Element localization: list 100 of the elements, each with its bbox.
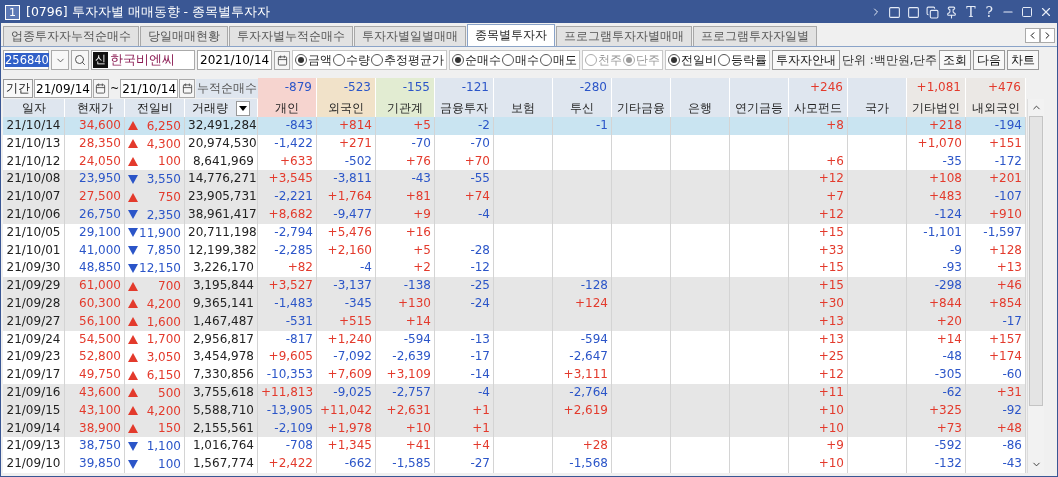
column-header[interactable]: 기관계 bbox=[376, 99, 435, 117]
radio-button[interactable] bbox=[540, 54, 553, 66]
tab[interactable]: 프로그램투자자별매매 bbox=[556, 26, 692, 46]
calendar-button[interactable] bbox=[92, 79, 109, 98]
start-date-field[interactable]: 21/09/14 bbox=[34, 79, 92, 98]
table-cell: 1,467,487 bbox=[185, 312, 258, 331]
column-header[interactable]: 기타법인 bbox=[907, 99, 966, 117]
radio-button[interactable] bbox=[668, 54, 681, 66]
column-header[interactable]: 연기금등 bbox=[730, 99, 789, 117]
table-row[interactable]: 21/09/30 48,850 12,150 3,226,170 +82 -4 +2 -12 +15 -93 +13 bbox=[3, 259, 1026, 278]
table-cell: +3,109 bbox=[376, 366, 435, 384]
column-header[interactable]: 개인 bbox=[258, 99, 317, 117]
table-cell: -2 bbox=[435, 117, 494, 135]
date-field[interactable]: 2021/10/14 bbox=[197, 50, 273, 70]
table-cell: +13 bbox=[789, 312, 848, 331]
radio-option[interactable]: 순매수 bbox=[452, 51, 502, 69]
table-cell: -124 bbox=[907, 206, 966, 224]
total-cell: -879 bbox=[258, 78, 317, 99]
radio-button[interactable] bbox=[452, 54, 465, 66]
table-cell: 21/10/07 bbox=[3, 188, 65, 206]
radio-option[interactable]: 금액 bbox=[295, 51, 333, 69]
column-header[interactable]: 내외국인 bbox=[966, 99, 1026, 117]
table-cell: +515 bbox=[317, 312, 376, 331]
calendar-button[interactable] bbox=[179, 79, 196, 98]
scrollbar[interactable] bbox=[1027, 99, 1044, 473]
table-cell: 500 bbox=[158, 385, 181, 400]
tab[interactable]: 업종투자자누적순매수 bbox=[3, 26, 139, 46]
pin-icon[interactable] bbox=[945, 5, 959, 19]
radio-button[interactable] bbox=[371, 54, 384, 66]
radio-option[interactable]: 매수 bbox=[502, 51, 540, 69]
column-header[interactable]: 투신 bbox=[553, 99, 612, 117]
table-cell: -345 bbox=[317, 294, 376, 313]
column-header[interactable]: 금융투자 bbox=[435, 99, 494, 117]
radio-option[interactable]: 전일비 bbox=[668, 51, 718, 69]
table-row[interactable]: 21/09/10 39,850 100 1,567,774 +2,422 -662 -1,585 -27 -1,568 +10 -132 -43 bbox=[3, 455, 1026, 473]
investor-guide-button[interactable]: 투자자안내 bbox=[772, 50, 841, 70]
table-row[interactable]: 21/10/08 23,950 3,550 14,776,271 +3,545 -3,811 -43 -55 +12 +108 +201 bbox=[3, 170, 1026, 189]
tab[interactable]: 프로그램투자자일별 bbox=[693, 26, 817, 46]
column-header[interactable]: 기타금융 bbox=[612, 99, 671, 117]
tab[interactable]: 투자자별일별매매 bbox=[354, 26, 466, 46]
column-header[interactable]: 국가 bbox=[848, 99, 907, 117]
column-header[interactable]: 일자 bbox=[3, 99, 65, 117]
table-cell: +15 bbox=[789, 223, 848, 242]
radio-button[interactable] bbox=[718, 54, 731, 66]
maximize-icon[interactable] bbox=[1021, 6, 1033, 18]
radio-option[interactable]: 추정평균가 bbox=[371, 51, 445, 69]
table-cell: +1 bbox=[435, 401, 494, 420]
column-header[interactable]: 은행 bbox=[671, 99, 730, 117]
table-cell: 21/09/29 bbox=[3, 277, 65, 295]
tab-next-button[interactable] bbox=[1040, 28, 1055, 43]
close-icon[interactable] bbox=[1039, 5, 1053, 19]
tab[interactable]: 당일매매현황 bbox=[140, 26, 228, 46]
column-header[interactable]: 보험 bbox=[494, 99, 553, 117]
code-field[interactable]: 256840 bbox=[3, 50, 49, 70]
table-cell: -107 bbox=[966, 188, 1026, 206]
table-cell: +12 bbox=[789, 206, 848, 224]
calendar-button[interactable] bbox=[274, 50, 291, 70]
radio-button[interactable] bbox=[502, 54, 515, 66]
table-cell: +16 bbox=[376, 223, 435, 242]
end-date-field[interactable]: 21/10/14 bbox=[120, 79, 179, 98]
range-separator: ~ bbox=[109, 82, 120, 95]
table-cell: +74 bbox=[435, 188, 494, 206]
radio-option[interactable]: 수량 bbox=[333, 51, 371, 69]
dropdown-button[interactable] bbox=[236, 100, 250, 116]
column-header[interactable]: 외국인 bbox=[317, 99, 376, 117]
table-cell: 4,200 bbox=[146, 296, 181, 311]
copy-icon[interactable] bbox=[926, 5, 940, 19]
table-cell: -128 bbox=[553, 277, 612, 295]
radio-option[interactable]: 매도 bbox=[540, 51, 578, 69]
stock-name-field[interactable]: 신 한국비엔씨 bbox=[91, 50, 195, 70]
table-cell: +1,070 bbox=[907, 134, 966, 153]
table-row[interactable]: 21/09/17 49,750 6,150 7,330,856 -10,353 +7,609 +3,109 -14 +3,111 +12 -305 -60 bbox=[3, 366, 1026, 384]
table-row[interactable]: 21/09/29 61,000 700 3,195,844 +3,527 -3,137 -138 -25 -128 +15 -298 +46 bbox=[3, 277, 1026, 295]
table-row[interactable]: 21/10/07 27,500 750 23,905,731 -2,221 +1,764 +81 +74 +7 +483 -107 bbox=[3, 188, 1026, 206]
action-button[interactable]: 차트 bbox=[1007, 50, 1040, 70]
tab[interactable]: 투자자별누적순매수 bbox=[229, 26, 353, 46]
column-header[interactable]: 전일비 bbox=[125, 99, 185, 117]
table-cell: +124 bbox=[553, 294, 612, 313]
action-button[interactable]: 조회 bbox=[939, 50, 972, 70]
table-row[interactable]: 21/09/13 38,750 1,100 1,016,764 -708 +1,345 +41 +4 +28 +9 -592 -86 bbox=[3, 437, 1026, 456]
radio-button[interactable] bbox=[333, 54, 346, 66]
action-button[interactable]: 다음 bbox=[973, 50, 1006, 70]
table-cell: 5,588,710 bbox=[185, 401, 258, 420]
period-button[interactable]: 기간 bbox=[3, 79, 33, 98]
tab[interactable]: 종목별투자자 bbox=[467, 24, 555, 46]
table-row[interactable]: 21/09/23 52,800 3,050 3,454,978 +9,605 -7,092 -2,639 -17 -2,647 +25 -48 +174 bbox=[3, 348, 1026, 367]
search-button[interactable] bbox=[71, 50, 89, 70]
tab-prev-button[interactable] bbox=[1025, 28, 1040, 43]
scroll-thumb[interactable] bbox=[1029, 116, 1043, 406]
radio-button[interactable] bbox=[295, 54, 308, 66]
table-row[interactable]: 21/10/14 34,600 6,250 32,491,284 -843 +814 +5 -2 -1 +8 +218 -194 bbox=[3, 117, 1026, 135]
table-cell: 56,100 bbox=[65, 312, 125, 331]
title-glyph-button[interactable]: ? bbox=[983, 4, 995, 20]
radio-option[interactable]: 등락률 bbox=[718, 51, 768, 69]
title-glyph-button[interactable]: T bbox=[964, 4, 978, 20]
column-header[interactable]: 현재가 bbox=[65, 99, 125, 117]
table-cell: -1,568 bbox=[553, 455, 612, 473]
column-header[interactable]: 사모펀드 bbox=[789, 99, 848, 117]
total-cell bbox=[612, 78, 671, 99]
table-cell: 6,150 bbox=[146, 368, 181, 383]
